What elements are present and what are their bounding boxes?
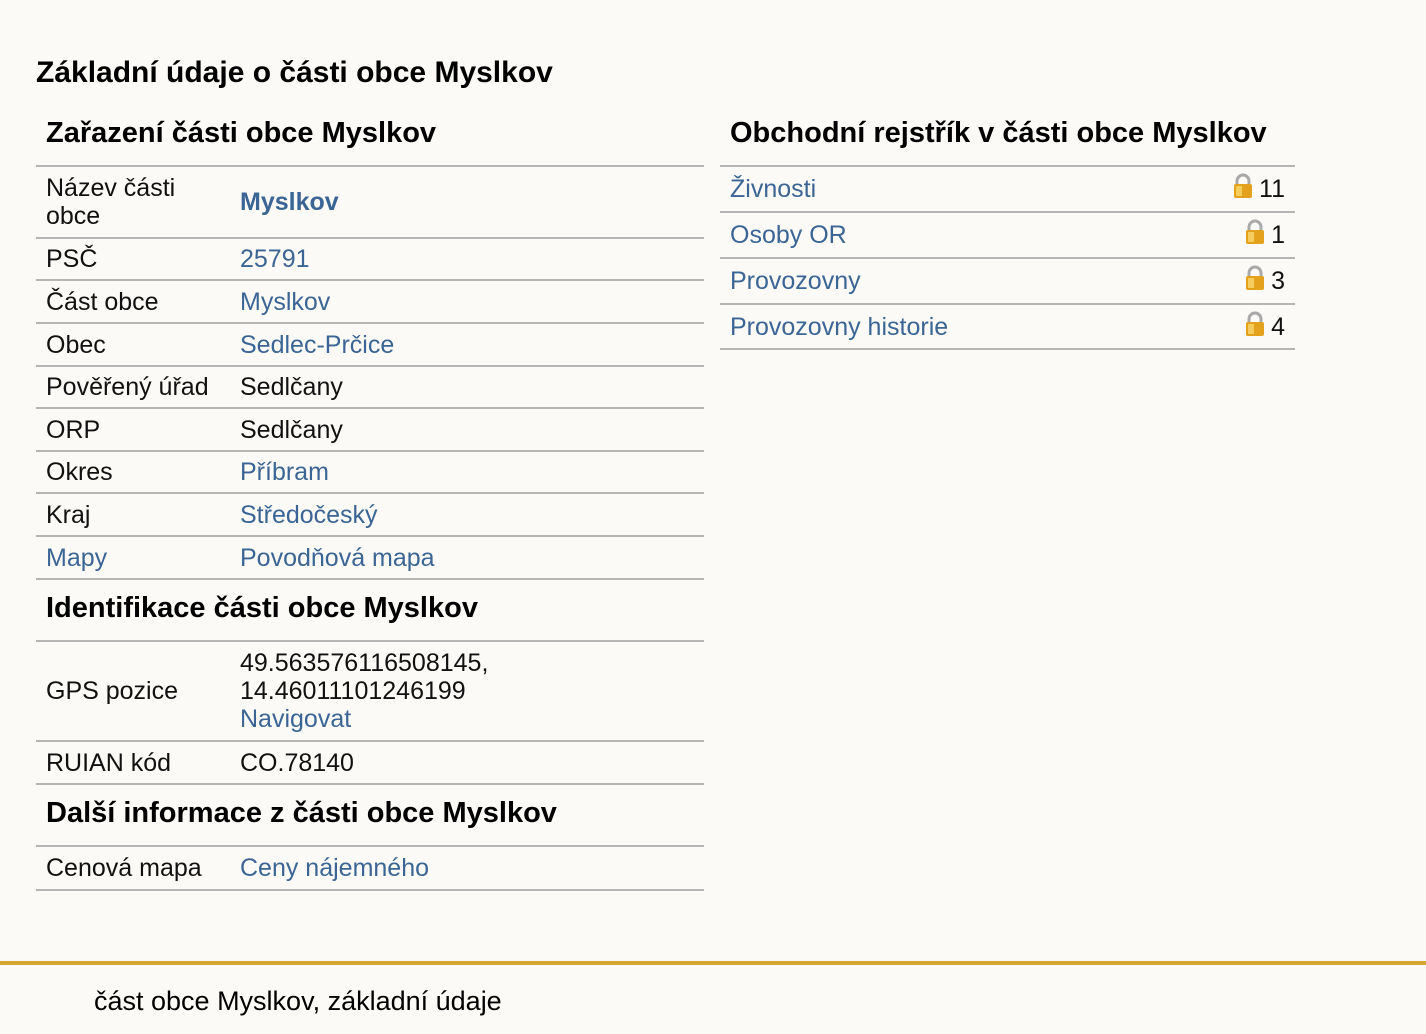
row-label-ruian: RUIAN kód <box>36 741 230 785</box>
table-row: Živnosti 11 <box>720 167 1295 213</box>
gps-latitude: 49.563576116508145, <box>240 649 489 677</box>
row-label-okres: Okres <box>36 451 230 494</box>
right-column: Obchodní rejstřík v části obce Myslkov Ž… <box>720 112 1295 350</box>
count-zivnosti: 11 <box>1259 175 1285 203</box>
row-label-nazev: Název části obce <box>36 167 230 239</box>
identifikace-table: GPS pozice 49.563576116508145, 14.460111… <box>36 642 704 785</box>
section-heading-zarazeni: Zařazení části obce Myslkov <box>36 112 704 167</box>
table-row: Pověřený úřad Sedlčany <box>36 366 704 409</box>
table-row: GPS pozice 49.563576116508145, 14.460111… <box>36 642 704 742</box>
table-row: ORP Sedlčany <box>36 408 704 452</box>
dalsi-table: Cenová mapa Ceny nájemného <box>36 847 704 891</box>
link-ceny-najemneho[interactable]: Ceny nájemného <box>240 854 429 882</box>
link-povodnova-mapa[interactable]: Povodňová mapa <box>240 544 435 572</box>
count-osoby-or: 1 <box>1271 221 1285 249</box>
row-label-kraj: Kraj <box>36 493 230 537</box>
count-provozovny: 3 <box>1271 267 1285 295</box>
table-row: Osoby OR 1 <box>720 212 1295 259</box>
row-label-cenova-mapa: Cenová mapa <box>36 847 230 891</box>
row-label-orp: ORP <box>36 408 230 452</box>
table-row: Název části obce Myslkov <box>36 167 704 239</box>
table-row: Okres Příbram <box>36 451 704 494</box>
table-row: Část obce Myslkov <box>36 280 704 324</box>
row-label-cast-obce: Část obce <box>36 280 230 324</box>
value-povereny-urad: Sedlčany <box>230 366 704 409</box>
section-heading-identifikace: Identifikace části obce Myslkov <box>36 580 704 642</box>
link-okres[interactable]: Příbram <box>240 458 329 486</box>
footer-divider <box>0 961 1426 965</box>
count-provozovny-historie: 4 <box>1271 312 1285 341</box>
rejstrik-table: Živnosti 11 Osoby OR 1 Provozovny 3 Prov… <box>720 167 1295 350</box>
link-mapy[interactable]: Mapy <box>46 544 107 572</box>
table-row: Provozovny 3 <box>720 258 1295 305</box>
link-nazev-casti-obce[interactable]: Myslkov <box>240 188 339 216</box>
value-ruian: CO.78140 <box>230 741 704 785</box>
gps-longitude: 14.46011101246199 <box>240 677 466 705</box>
table-row: RUIAN kód CO.78140 <box>36 741 704 785</box>
lock-icon <box>1233 173 1253 205</box>
link-obec[interactable]: Sedlec-Prčice <box>240 331 394 359</box>
lock-icon <box>1245 265 1265 297</box>
link-kraj[interactable]: Středočeský <box>240 501 378 529</box>
navigovat-link[interactable]: Navigovat <box>240 705 351 733</box>
table-row: Kraj Středočeský <box>36 493 704 537</box>
footer-caption: část obce Myslkov, základní údaje <box>94 986 502 1016</box>
row-label-povereny-urad: Pověřený úřad <box>36 366 230 409</box>
table-row: Cenová mapa Ceny nájemného <box>36 847 704 891</box>
link-zivnosti[interactable]: Živnosti <box>730 175 816 203</box>
row-label-obec: Obec <box>36 323 230 367</box>
table-row: PSČ 25791 <box>36 238 704 281</box>
link-psc[interactable]: 25791 <box>240 245 310 273</box>
table-row: Obec Sedlec-Prčice <box>36 323 704 367</box>
table-row: Mapy Povodňová mapa <box>36 536 704 580</box>
lock-icon <box>1245 311 1265 343</box>
page-title: Základní údaje o části obce Myslkov <box>36 56 553 89</box>
table-row: Provozovny historie 4 <box>720 304 1295 350</box>
lock-icon <box>1245 219 1265 251</box>
link-cast-obce[interactable]: Myslkov <box>240 288 330 316</box>
zarazeni-table: Název části obce Myslkov PSČ 25791 Část … <box>36 167 704 580</box>
row-label-psc: PSČ <box>36 238 230 281</box>
row-label-gps: GPS pozice <box>36 642 230 742</box>
value-orp: Sedlčany <box>230 408 704 452</box>
page: Základní údaje o části obce Myslkov Zařa… <box>0 0 1426 1034</box>
section-heading-rejstrik: Obchodní rejstřík v části obce Myslkov <box>720 112 1295 167</box>
left-column: Zařazení části obce Myslkov Název části … <box>36 112 704 891</box>
link-provozovny-historie[interactable]: Provozovny historie <box>730 313 948 341</box>
link-osoby-or[interactable]: Osoby OR <box>730 221 847 249</box>
link-provozovny[interactable]: Provozovny <box>730 267 861 295</box>
section-heading-dalsi: Další informace z části obce Myslkov <box>36 785 704 847</box>
